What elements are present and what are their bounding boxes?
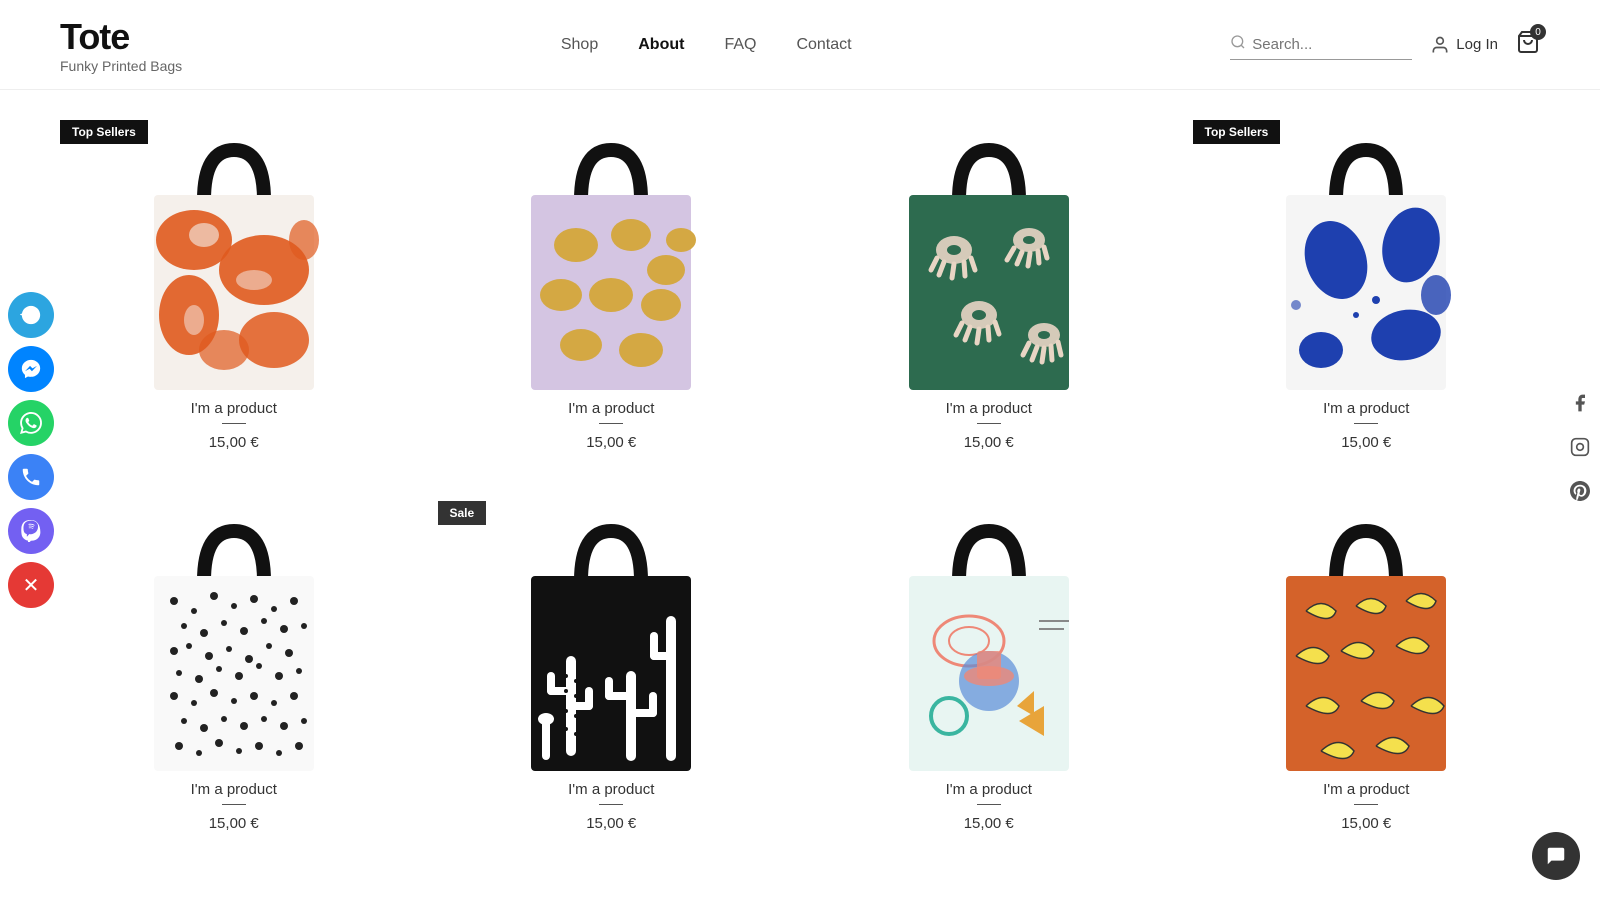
product-name-8: I'm a product bbox=[1193, 781, 1541, 798]
product-name-1: I'm a product bbox=[60, 400, 408, 417]
nav-contact[interactable]: Contact bbox=[796, 36, 851, 54]
nav-faq[interactable]: FAQ bbox=[724, 36, 756, 54]
product-price-6: 15,00 € bbox=[438, 815, 786, 832]
product-name-3: I'm a product bbox=[815, 400, 1163, 417]
phone-button[interactable] bbox=[8, 454, 54, 500]
search-icon bbox=[1230, 34, 1246, 55]
product-image-6 bbox=[438, 501, 786, 781]
product-image-1 bbox=[60, 120, 408, 400]
product-divider-1 bbox=[222, 423, 246, 424]
brand-subtitle: Funky Printed Bags bbox=[60, 58, 182, 74]
product-grid-row1: Top Sellers bbox=[60, 120, 1540, 451]
brand-title[interactable]: Tote bbox=[60, 16, 182, 58]
product-divider-4 bbox=[1354, 423, 1378, 424]
close-social-button[interactable]: ✕ bbox=[8, 562, 54, 608]
badge-top-sellers-1: Top Sellers bbox=[60, 120, 148, 144]
product-divider-5 bbox=[222, 804, 246, 805]
header: Tote Funky Printed Bags Shop About FAQ C… bbox=[0, 0, 1600, 90]
product-name-7: I'm a product bbox=[815, 781, 1163, 798]
main-nav: Shop About FAQ Contact bbox=[561, 36, 852, 54]
telegram-button[interactable] bbox=[8, 292, 54, 338]
product-card-1[interactable]: Top Sellers bbox=[60, 120, 408, 451]
product-image-4 bbox=[1193, 120, 1541, 400]
viber-button[interactable] bbox=[8, 508, 54, 554]
pinterest-icon[interactable] bbox=[1570, 481, 1590, 507]
product-image-7 bbox=[815, 501, 1163, 781]
cart-badge: 0 bbox=[1530, 24, 1546, 40]
product-divider-8 bbox=[1354, 804, 1378, 805]
whatsapp-button[interactable] bbox=[8, 400, 54, 446]
instagram-icon[interactable] bbox=[1570, 437, 1590, 463]
product-image-8 bbox=[1193, 501, 1541, 781]
product-card-6[interactable]: Sale bbox=[438, 501, 786, 832]
login-label: Log In bbox=[1456, 36, 1498, 53]
product-divider-3 bbox=[977, 423, 1001, 424]
close-icon: ✕ bbox=[23, 573, 40, 598]
brand: Tote Funky Printed Bags bbox=[60, 16, 182, 74]
facebook-icon[interactable] bbox=[1570, 393, 1590, 419]
product-image-3 bbox=[815, 120, 1163, 400]
login-button[interactable]: Log In bbox=[1430, 35, 1498, 55]
product-price-1: 15,00 € bbox=[60, 434, 408, 451]
nav-shop[interactable]: Shop bbox=[561, 36, 598, 54]
search-input[interactable] bbox=[1252, 36, 1412, 53]
product-divider-2 bbox=[599, 423, 623, 424]
product-image-5 bbox=[60, 501, 408, 781]
product-card-2[interactable]: I'm a product 15,00 € bbox=[438, 120, 786, 451]
product-price-7: 15,00 € bbox=[815, 815, 1163, 832]
product-price-3: 15,00 € bbox=[815, 434, 1163, 451]
product-card-3[interactable]: I'm a product 15,00 € bbox=[815, 120, 1163, 451]
chat-button[interactable] bbox=[1532, 832, 1580, 880]
product-name-4: I'm a product bbox=[1193, 400, 1541, 417]
messenger-button[interactable] bbox=[8, 346, 54, 392]
product-price-2: 15,00 € bbox=[438, 434, 786, 451]
product-name-2: I'm a product bbox=[438, 400, 786, 417]
main-content: Top Sellers bbox=[0, 90, 1600, 912]
product-card-7[interactable]: I'm a product 15,00 € bbox=[815, 501, 1163, 832]
nav-about[interactable]: About bbox=[638, 36, 684, 54]
product-grid-row2: I'm a product 15,00 € Sale bbox=[60, 501, 1540, 832]
social-sidebar: ✕ bbox=[0, 282, 62, 618]
search-box[interactable] bbox=[1230, 30, 1412, 60]
product-name-5: I'm a product bbox=[60, 781, 408, 798]
product-price-4: 15,00 € bbox=[1193, 434, 1541, 451]
badge-sale: Sale bbox=[438, 501, 487, 525]
product-card-4[interactable]: Top Sellers I'm a product bbox=[1193, 120, 1541, 451]
product-divider-7 bbox=[977, 804, 1001, 805]
badge-top-sellers-2: Top Sellers bbox=[1193, 120, 1281, 144]
product-image-2 bbox=[438, 120, 786, 400]
product-card-8[interactable]: I'm a product 15,00 € bbox=[1193, 501, 1541, 832]
product-name-6: I'm a product bbox=[438, 781, 786, 798]
product-price-8: 15,00 € bbox=[1193, 815, 1541, 832]
right-social-sidebar bbox=[1560, 383, 1600, 517]
header-actions: Log In 0 bbox=[1230, 30, 1540, 60]
product-divider-6 bbox=[599, 804, 623, 805]
product-price-5: 15,00 € bbox=[60, 815, 408, 832]
cart-button[interactable]: 0 bbox=[1516, 30, 1540, 59]
product-card-5[interactable]: I'm a product 15,00 € bbox=[60, 501, 408, 832]
